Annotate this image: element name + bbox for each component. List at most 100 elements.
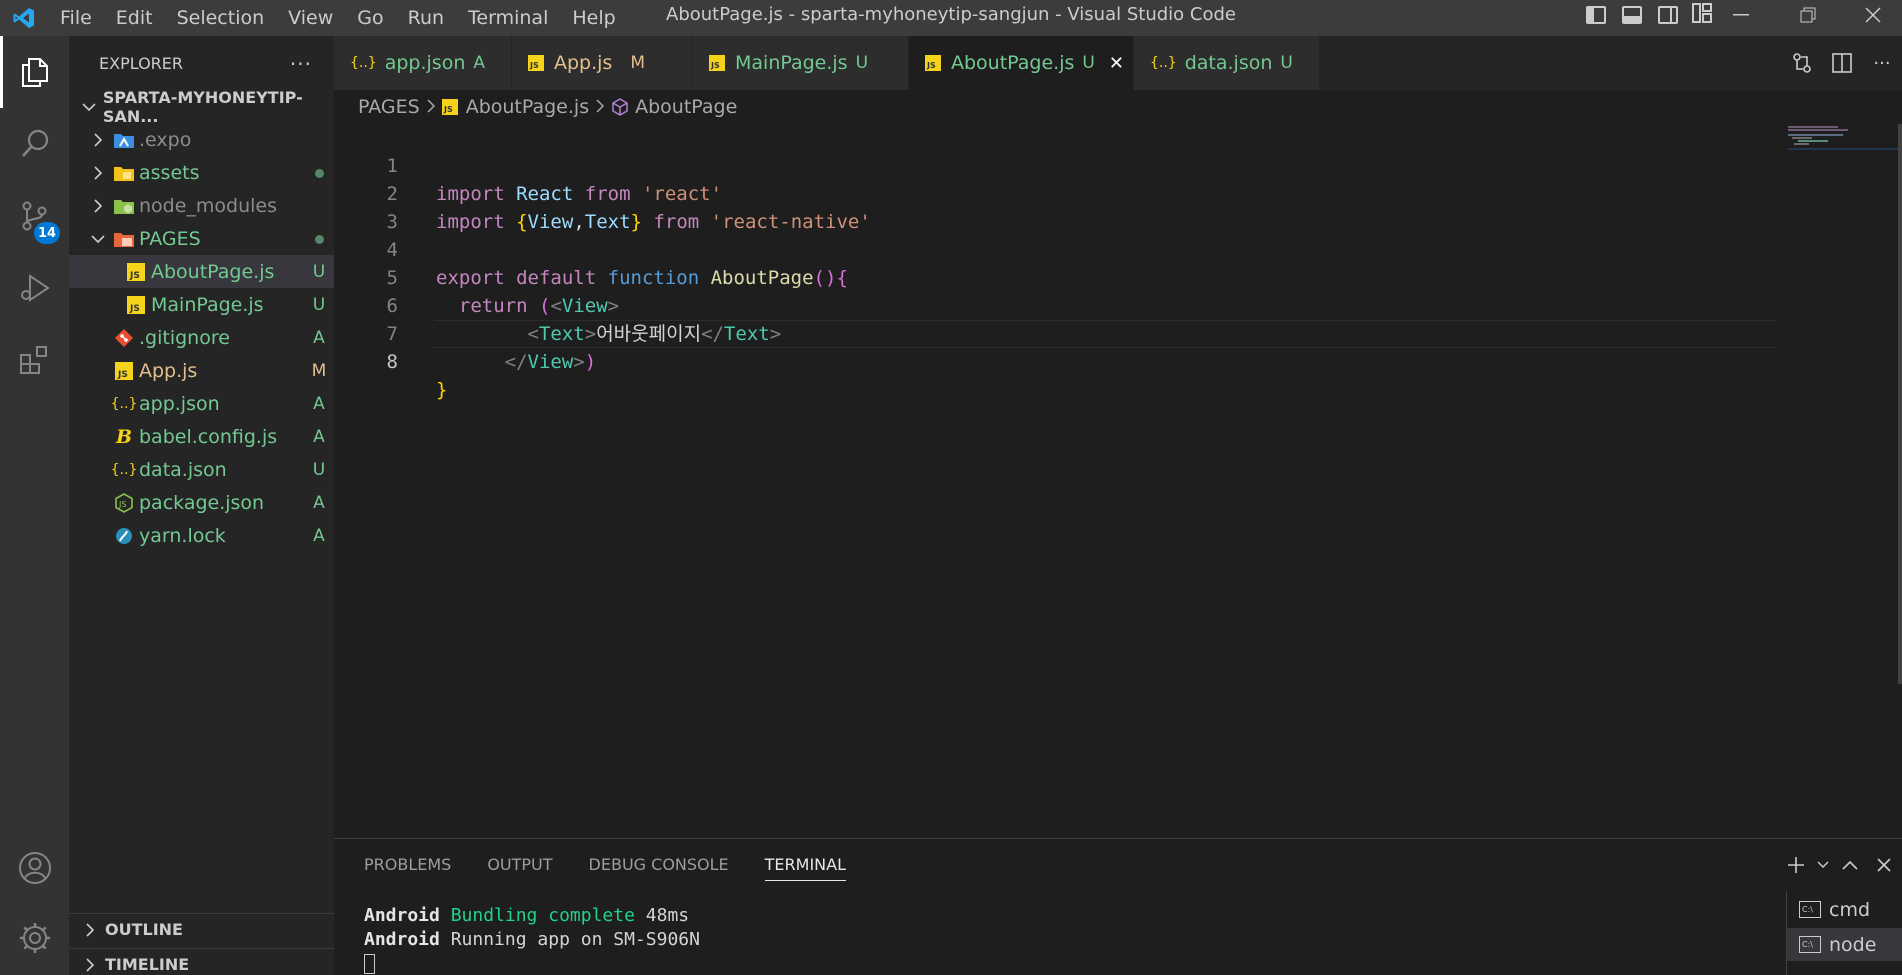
tab-aboutpage-js[interactable]: JS AboutPage.js U ✕ (909, 36, 1134, 90)
customize-layout-icon[interactable] (1692, 2, 1712, 28)
menu-selection[interactable]: Selection (165, 0, 277, 36)
tree-item-gitignore[interactable]: .gitignore A (69, 321, 334, 354)
menu-edit[interactable]: Edit (104, 0, 165, 36)
restore-icon[interactable] (1772, 0, 1844, 30)
tab-status: U (1082, 53, 1095, 73)
manage-gear-icon[interactable] (0, 902, 69, 974)
terminal-icon: C:\ (1799, 901, 1821, 918)
menu-terminal[interactable]: Terminal (456, 0, 560, 36)
menu-view[interactable]: View (276, 0, 345, 36)
svg-text:JS: JS (117, 370, 128, 380)
new-terminal-plus-icon[interactable] (1779, 856, 1813, 874)
more-actions-icon[interactable]: ··· (1862, 53, 1902, 74)
tab-debug-console[interactable]: DEBUG CONSOLE (589, 839, 729, 891)
git-status: A (313, 393, 325, 414)
title-bar: File Edit Selection View Go Run Terminal… (0, 0, 1902, 36)
minimap[interactable] (1784, 124, 1902, 838)
tab-data-json[interactable]: {..} data.json U (1134, 36, 1320, 90)
tree-item-data-json[interactable]: {..} data.json U (69, 453, 334, 486)
timeline-label: TIMELINE (105, 955, 190, 974)
compare-changes-icon[interactable] (1782, 52, 1822, 74)
activity-bar: 14 (0, 36, 69, 975)
status-dot (304, 163, 334, 183)
tab-output[interactable]: OUTPUT (487, 839, 552, 891)
tab-status: U (855, 53, 869, 73)
chevron-down-icon[interactable] (1813, 861, 1833, 869)
tree-item-pages[interactable]: PAGES (69, 222, 334, 255)
symbol-method-icon (611, 98, 629, 116)
svg-text:JS: JS (118, 500, 126, 509)
assets-folder-icon (109, 164, 139, 182)
terminal-output[interactable]: Android Bundling complete 48ms Android R… (364, 904, 700, 975)
maximize-panel-icon[interactable] (1833, 860, 1867, 870)
split-editor-icon[interactable] (1822, 53, 1862, 73)
search-icon[interactable] (0, 108, 69, 180)
accounts-icon[interactable] (0, 832, 69, 904)
tree-item-node-modules[interactable]: node_modules (69, 189, 334, 222)
tab-app-json[interactable]: {..} app.json A (334, 36, 512, 90)
tree-item-app-json[interactable]: {..} app.json A (69, 387, 334, 420)
toggle-primary-sidebar-icon[interactable] (1586, 6, 1606, 24)
tab-app-js[interactable]: JS App.js M (512, 36, 693, 90)
terminal-item-cmd[interactable]: C:\ cmd (1787, 893, 1902, 926)
extensions-icon[interactable] (0, 324, 69, 396)
tree-item-assets[interactable]: assets (69, 156, 334, 189)
explorer-sidebar: EXPLORER ··· SPARTA-MYHONEYTIP-SAN... .e… (69, 36, 334, 975)
breadcrumb-file[interactable]: AboutPage.js (466, 96, 589, 118)
more-actions-icon[interactable]: ··· (290, 52, 312, 76)
toggle-secondary-sidebar-icon[interactable] (1658, 6, 1678, 24)
panel-tabs: PROBLEMS OUTPUT DEBUG CONSOLE TERMINAL (334, 839, 1902, 891)
terminal-list: C:\ cmd C:\ node (1786, 891, 1902, 975)
tree-item-aboutpage[interactable]: JS AboutPage.js U (69, 255, 334, 288)
minimize-icon[interactable] (1710, 0, 1772, 30)
svg-text:JS: JS (129, 304, 140, 314)
git-status: U (312, 294, 326, 315)
breadcrumb-symbol[interactable]: AboutPage (635, 96, 737, 118)
js-file-icon: JS (121, 262, 151, 281)
tree-item-mainpage[interactable]: JS MainPage.js U (69, 288, 334, 321)
tree-item-label: node_modules (139, 194, 278, 217)
tree-item-babel-config[interactable]: B babel.config.js A (69, 420, 334, 453)
node-folder-icon (109, 197, 139, 215)
code-line: 2 import {View,Text} from 'react-native' (386, 183, 871, 233)
json-icon: {..} (110, 395, 138, 412)
breadcrumb-folder[interactable]: PAGES (358, 96, 420, 118)
git-status: U (312, 261, 326, 282)
source-control-icon[interactable]: 14 (0, 180, 69, 252)
terminal-icon: C:\ (1799, 936, 1821, 953)
code-line: 5 return (<View> (386, 267, 620, 317)
close-tab-icon[interactable]: ✕ (1109, 53, 1124, 74)
toggle-panel-icon[interactable] (1622, 6, 1642, 24)
menu-run[interactable]: Run (396, 0, 456, 36)
tree-item-label: PAGES (139, 227, 201, 250)
menu-help[interactable]: Help (560, 0, 627, 36)
run-debug-icon[interactable] (0, 252, 69, 324)
code-editor[interactable]: 1 import React from 'react' 2 import {Vi… (334, 124, 1902, 838)
git-status: A (313, 525, 325, 546)
tree-item-label: app.json (139, 392, 220, 415)
workspace-root[interactable]: SPARTA-MYHONEYTIP-SAN... (69, 88, 334, 126)
outline-section[interactable]: OUTLINE (69, 913, 334, 945)
editor-scrollbar[interactable] (1898, 124, 1902, 684)
tree-item-package-json[interactable]: JS package.json A (69, 486, 334, 519)
svg-text:JS: JS (529, 61, 539, 70)
timeline-section[interactable]: TIMELINE (69, 948, 334, 975)
tab-mainpage-js[interactable]: JS MainPage.js U (693, 36, 909, 90)
menu-go[interactable]: Go (345, 0, 395, 36)
close-panel-icon[interactable] (1867, 858, 1901, 872)
explorer-icon[interactable] (0, 36, 69, 108)
chevron-right-icon (595, 96, 605, 118)
bottom-panel: PROBLEMS OUTPUT DEBUG CONSOLE TERMINAL A… (334, 838, 1902, 975)
explorer-title: EXPLORER (99, 54, 183, 73)
svg-text:JS: JS (129, 271, 140, 281)
tree-item-yarn-lock[interactable]: yarn.lock A (69, 519, 334, 552)
tab-problems[interactable]: PROBLEMS (364, 839, 451, 891)
tab-terminal[interactable]: TERMINAL (764, 839, 847, 891)
terminal-item-node[interactable]: C:\ node (1787, 928, 1902, 961)
menu-file[interactable]: File (48, 0, 104, 36)
close-window-icon[interactable] (1844, 0, 1902, 30)
code-line: 4 export default function AboutPage(){ (386, 239, 848, 289)
js-file-icon: JS (709, 55, 725, 71)
tree-item-expo[interactable]: .expo (69, 123, 334, 156)
tree-item-app-js[interactable]: JS App.js M (69, 354, 334, 387)
